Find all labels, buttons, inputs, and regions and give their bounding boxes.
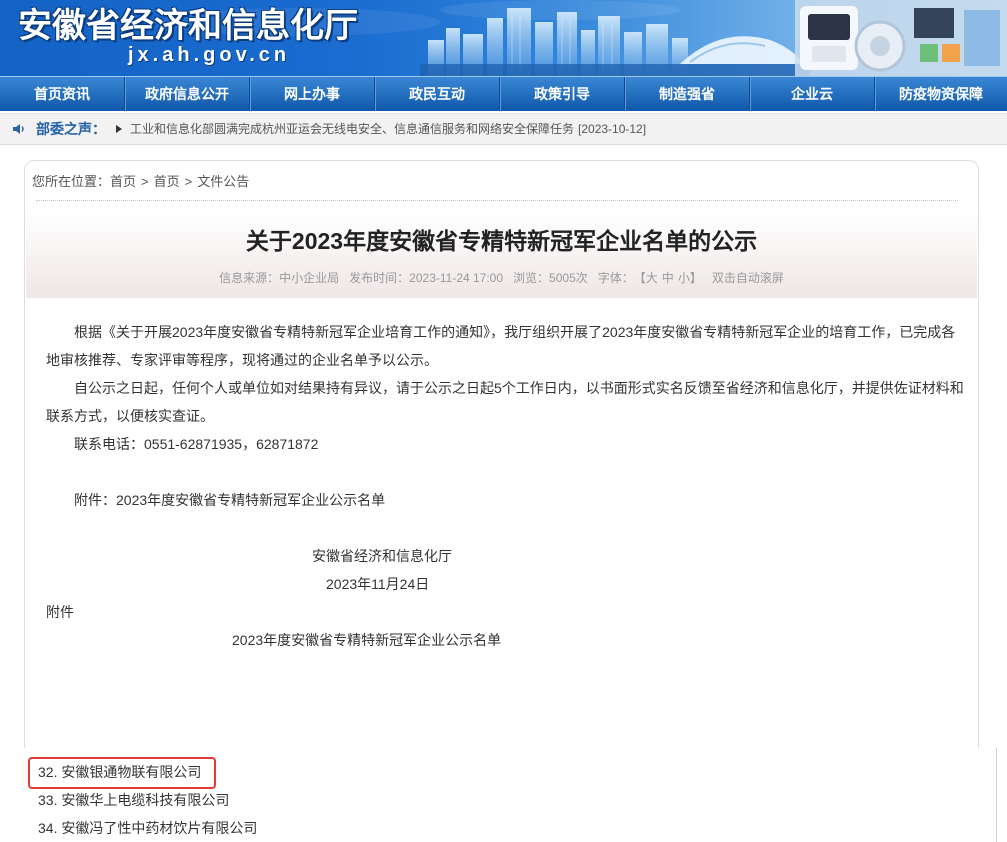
breadcrumb-home-link-2[interactable]: 首页 xyxy=(154,172,180,192)
ticker-date: [2023-10-12] xyxy=(578,122,647,136)
meta-font-bracket-close: 】 xyxy=(689,271,702,285)
meta-autoscroll-hint: 双击自动滚屏 xyxy=(711,271,784,285)
site-banner: 安徽省经济和信息化厅 jx.ah.gov.cn xyxy=(0,0,1007,76)
nav-item-online-services[interactable]: 网上办事 xyxy=(250,77,375,111)
highlight-box xyxy=(28,757,216,789)
nav-item-home-news[interactable]: 首页资讯 xyxy=(0,77,125,111)
site-domain: jx.ah.gov.cn xyxy=(128,44,291,66)
list-title: 2023年度安徽省专精特新冠军企业公示名单 xyxy=(232,632,502,648)
signature-date: 2023年11月24日 xyxy=(326,576,430,592)
list-item: 34. 安徽冯了性中药材饮片有限公司 xyxy=(38,820,258,836)
nav-item-enterprise-cloud[interactable]: 企业云 xyxy=(750,77,875,111)
nav-item-interaction[interactable]: 政民互动 xyxy=(375,77,500,111)
contact-phone: 联系电话：0551-62871935，62871872 xyxy=(74,436,319,452)
breadcrumb-separator: > xyxy=(141,174,149,189)
nav-item-policy[interactable]: 政策引导 xyxy=(500,77,625,111)
nav-item-manufacturing[interactable]: 制造强省 xyxy=(625,77,750,111)
meta-views-label: 浏览： xyxy=(513,271,550,285)
meta-source-label: 信息来源： xyxy=(219,271,280,285)
ticker-headline: 工业和信息化部圆满完成杭州亚运会无线电安全、信息通信服务和网络安全保障任务 xyxy=(130,122,575,136)
font-small-button[interactable]: 小 xyxy=(678,268,690,288)
body-paragraph: 自公示之日起，任何个人或单位如对结果持有异议，请于公示之日起5个工作日内，以书面… xyxy=(46,380,964,424)
ticker-label: 部委之声： xyxy=(36,121,106,137)
breadcrumb-divider xyxy=(36,200,958,201)
meta-published-label: 发布时间： xyxy=(349,271,410,285)
list-item: 33. 安徽华上电缆科技有限公司 xyxy=(38,792,230,808)
meta-source-value: 中小企业局 xyxy=(279,271,340,285)
meta-font-bracket-open: 【 xyxy=(633,271,646,285)
breadcrumb-notices-link[interactable]: 文件公告 xyxy=(197,172,249,192)
meta-views: 浏览： 5005次 xyxy=(513,268,588,288)
breadcrumb-prefix: 您所在位置： xyxy=(32,174,111,189)
breadcrumb: 您所在位置： 首页 > 首页 > 文件公告 xyxy=(32,172,249,192)
meta-views-value: 5005次 xyxy=(549,271,588,285)
meta-source: 信息来源： 中小企业局 xyxy=(219,268,339,288)
breadcrumb-home-link[interactable]: 首页 xyxy=(110,172,136,192)
nav-item-gov-info[interactable]: 政府信息公开 xyxy=(125,77,250,111)
speaker-icon xyxy=(13,124,24,134)
site-title: 安徽省经济和信息化厅 xyxy=(18,7,358,45)
body-paragraph: 根据《关于开展2023年度安徽省专精特新冠军企业培育工作的通知》，我厅组织开展了… xyxy=(46,324,956,368)
font-large-button[interactable]: 大 xyxy=(646,268,658,288)
article-title: 关于2023年度安徽省专精特新冠军企业名单的公示 xyxy=(245,228,758,254)
attachment-reference: 附件：2023年度安徽省专精特新冠军企业公示名单 xyxy=(74,492,386,508)
content-right-border xyxy=(996,748,997,842)
attachment-heading: 附件 xyxy=(46,604,74,620)
meta-published: 发布时间： 2023-11-24 17:00 xyxy=(349,268,503,288)
nav-item-epidemic-supplies[interactable]: 防疫物资保障 xyxy=(875,77,1007,111)
signature-org: 安徽省经济和信息化厅 xyxy=(312,548,452,564)
ticker-headline-link[interactable]: 工业和信息化部圆满完成杭州亚运会无线电安全、信息通信服务和网络安全保障任务 [2… xyxy=(130,114,646,144)
meta-published-value: 2023-11-24 17:00 xyxy=(409,271,504,285)
article-meta: 信息来源： 中小企业局 发布时间： 2023-11-24 17:00 浏览： 5… xyxy=(0,268,1003,288)
breadcrumb-separator: > xyxy=(184,174,193,189)
font-medium-button[interactable]: 中 xyxy=(662,268,674,288)
news-ticker: 部委之声： 工业和信息化部圆满完成杭州亚运会无线电安全、信息通信服务和网络安全保… xyxy=(0,113,1007,145)
main-nav: 首页资讯 政府信息公开 网上办事 政民互动 政策引导 制造强省 企业云 防疫物资… xyxy=(0,76,1007,111)
meta-font-size: 字体： 【 大 中 小 】 xyxy=(598,268,702,288)
triangle-right-icon xyxy=(116,125,122,133)
meta-font-label: 字体： xyxy=(597,271,634,285)
article-body: 根据《关于开展2023年度安徽省专精特新冠军企业培育工作的通知》，我厅组织开展了… xyxy=(46,318,964,654)
